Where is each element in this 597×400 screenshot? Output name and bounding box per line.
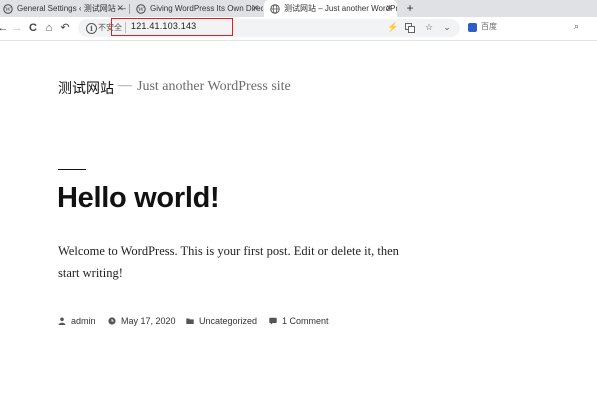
tab-title: 测试网站 – Just another WordPr xyxy=(284,4,397,13)
tab-wordpress-directory[interactable]: W Giving WordPress Its Own Directo ✕ xyxy=(131,0,263,17)
home-button[interactable]: ⌂ xyxy=(42,21,56,35)
star-icon[interactable]: ☆ xyxy=(423,22,435,33)
tab-general-settings[interactable]: W General Settings ‹ 测试网站 — Wo ✕ xyxy=(0,0,128,17)
post-date: May 17, 2020 xyxy=(108,316,176,326)
chevron-down-icon[interactable]: ⌄ xyxy=(441,22,453,33)
close-tab-icon[interactable]: ✕ xyxy=(116,3,124,14)
close-tab-icon[interactable]: ✕ xyxy=(251,3,259,14)
post-divider xyxy=(58,169,86,170)
tab-title: General Settings ‹ 测试网站 — Wo xyxy=(17,4,128,13)
site-separator: — xyxy=(118,78,132,93)
undo-button[interactable]: ↶ xyxy=(58,21,72,35)
tab-strip: W General Settings ‹ 测试网站 — Wo ✕ W Givin… xyxy=(0,0,597,17)
clock-icon xyxy=(108,317,116,325)
wordpress-favicon-icon: W xyxy=(136,3,146,14)
post-body: Welcome to WordPress. This is your first… xyxy=(58,244,399,280)
author-link[interactable]: admin xyxy=(71,316,96,326)
post-author: admin xyxy=(58,316,96,326)
tab-test-site[interactable]: 测试网站 – Just another WordPr ✕ xyxy=(264,0,397,17)
post-title[interactable]: Hello world! xyxy=(57,182,220,215)
tab-divider xyxy=(129,4,130,14)
category-link[interactable]: Uncategorized xyxy=(199,316,257,326)
post-category: Uncategorized xyxy=(186,316,257,326)
info-icon[interactable]: i xyxy=(86,23,97,34)
lightning-icon[interactable]: ⚡ xyxy=(387,22,399,33)
post-comments: 1 Comment xyxy=(269,316,329,326)
url-highlight-box xyxy=(111,18,233,36)
search-input[interactable]: 百度 xyxy=(481,21,497,32)
folder-icon xyxy=(186,318,194,324)
new-tab-button[interactable]: + xyxy=(403,1,417,15)
tab-title: Giving WordPress Its Own Directo xyxy=(150,4,263,13)
date-link[interactable]: May 17, 2020 xyxy=(121,316,176,326)
close-tab-icon[interactable]: ✕ xyxy=(385,3,393,14)
search-icon[interactable]: ⌕ xyxy=(574,21,579,32)
translate-icon[interactable] xyxy=(405,23,415,33)
reload-button[interactable]: C xyxy=(26,21,40,35)
back-button[interactable]: ← xyxy=(0,21,10,35)
site-title[interactable]: 测试网站 xyxy=(58,78,114,98)
user-icon xyxy=(58,317,66,325)
site-tagline: Just another WordPress site xyxy=(137,79,291,94)
wordpress-favicon-icon: W xyxy=(3,3,13,14)
svg-text:W: W xyxy=(5,7,11,13)
comments-link[interactable]: 1 Comment xyxy=(282,316,329,326)
svg-text:W: W xyxy=(138,7,144,13)
globe-icon xyxy=(270,3,280,14)
comment-icon xyxy=(269,317,277,325)
forward-button[interactable]: → xyxy=(10,21,24,35)
baidu-logo-icon xyxy=(468,23,477,32)
